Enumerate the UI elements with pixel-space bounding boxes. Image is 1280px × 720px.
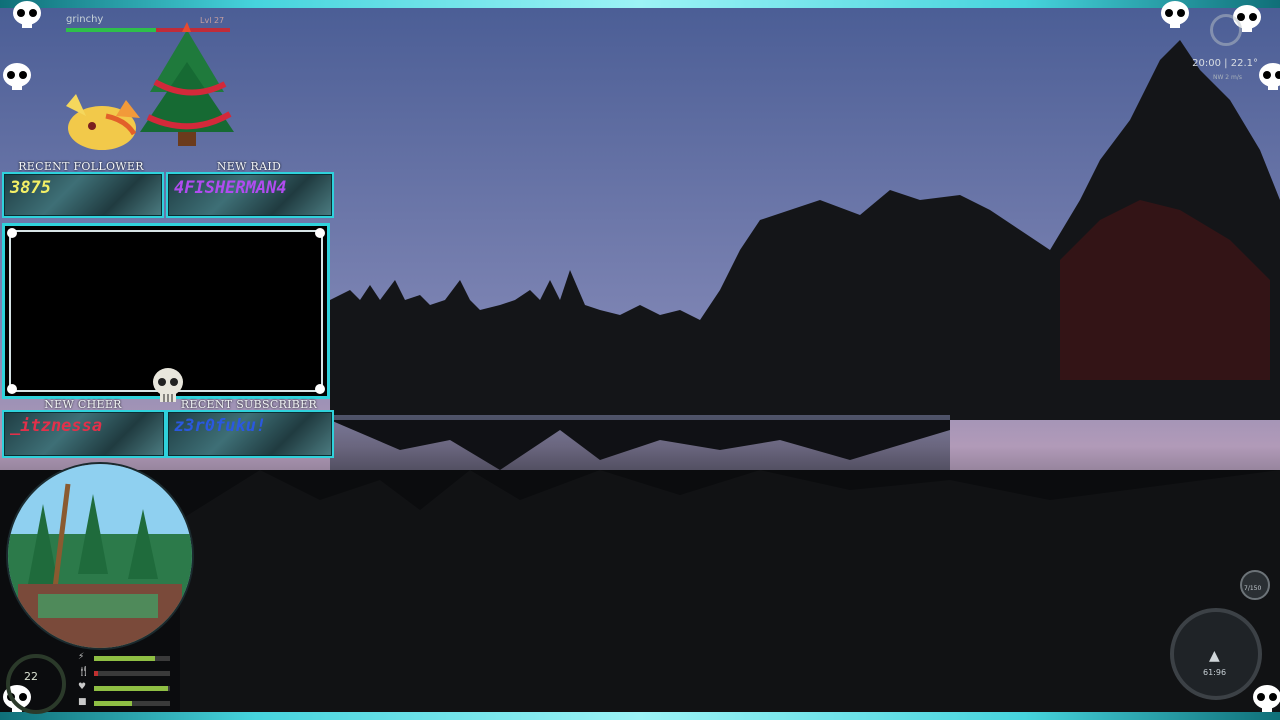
player-name: grinchy xyxy=(66,14,104,25)
skull-decoration-icon xyxy=(1253,685,1280,712)
time-temperature: 20:00 | 22.1° xyxy=(1192,58,1258,69)
stat-fill xyxy=(94,701,132,706)
game-time: 20:00 xyxy=(1192,58,1221,69)
wind-info: NW 2 m/s xyxy=(1212,74,1242,81)
stat-icon: 🍴 xyxy=(78,667,90,677)
skull-decoration-icon xyxy=(3,63,31,90)
corner-skull-icon xyxy=(7,228,17,238)
recent-subscriber-value: z3r0fuku! xyxy=(174,416,267,436)
new-raid-value: 4FISHERMAN4 xyxy=(174,178,287,198)
recent-follower-box: 3875 xyxy=(2,172,164,218)
stamina-gauge-value: 22 xyxy=(24,670,38,683)
overlay-top-border xyxy=(0,0,1280,8)
stat-fill xyxy=(94,686,169,691)
new-cheer-box: _itznessa xyxy=(2,410,166,458)
new-cheer-value: _itznessa xyxy=(10,416,103,436)
compass-arrow-icon: ▲ xyxy=(1209,648,1220,664)
stat-row: ⚡ xyxy=(78,652,178,667)
stamina-gauge xyxy=(6,654,66,714)
stat-icon: ■ xyxy=(78,697,87,707)
skull-decoration-icon xyxy=(1161,1,1189,28)
settings-icon[interactable] xyxy=(1210,14,1242,46)
recent-subscriber-box: z3r0fuku! xyxy=(166,410,334,458)
pixel-creature-sprite xyxy=(66,94,140,150)
stat-fill xyxy=(94,656,155,661)
stat-row: 🍴 xyxy=(78,667,178,682)
corner-skull-icon xyxy=(315,384,325,394)
overlay-bottom-border xyxy=(0,712,1280,720)
corner-skull-icon xyxy=(315,228,325,238)
compass-value: 61:96 xyxy=(1203,668,1227,677)
game-temperature: 22.1° xyxy=(1230,58,1258,69)
stat-fill xyxy=(94,671,98,676)
new-raid-box: 4FISHERMAN4 xyxy=(166,172,334,218)
stat-row: ♥ xyxy=(78,682,178,697)
minimap-view[interactable] xyxy=(6,462,194,650)
stat-track xyxy=(94,701,170,706)
skull-decoration-icon xyxy=(1259,63,1280,90)
minimap-scene xyxy=(8,464,192,648)
recent-follower-value: 3875 xyxy=(10,178,51,198)
stat-icon: ♥ xyxy=(78,682,87,692)
stat-row: ■ xyxy=(78,697,178,712)
stat-track xyxy=(94,656,170,661)
stat-icon: ⚡ xyxy=(78,652,85,662)
stat-track xyxy=(94,686,170,691)
player-stats: ⚡ 🍴 ♥ ■ xyxy=(78,652,178,712)
stat-track xyxy=(94,671,170,676)
corner-skull-icon xyxy=(7,384,17,394)
skull-decoration-icon xyxy=(13,1,41,28)
fish-count: 7/150 xyxy=(1244,585,1262,592)
